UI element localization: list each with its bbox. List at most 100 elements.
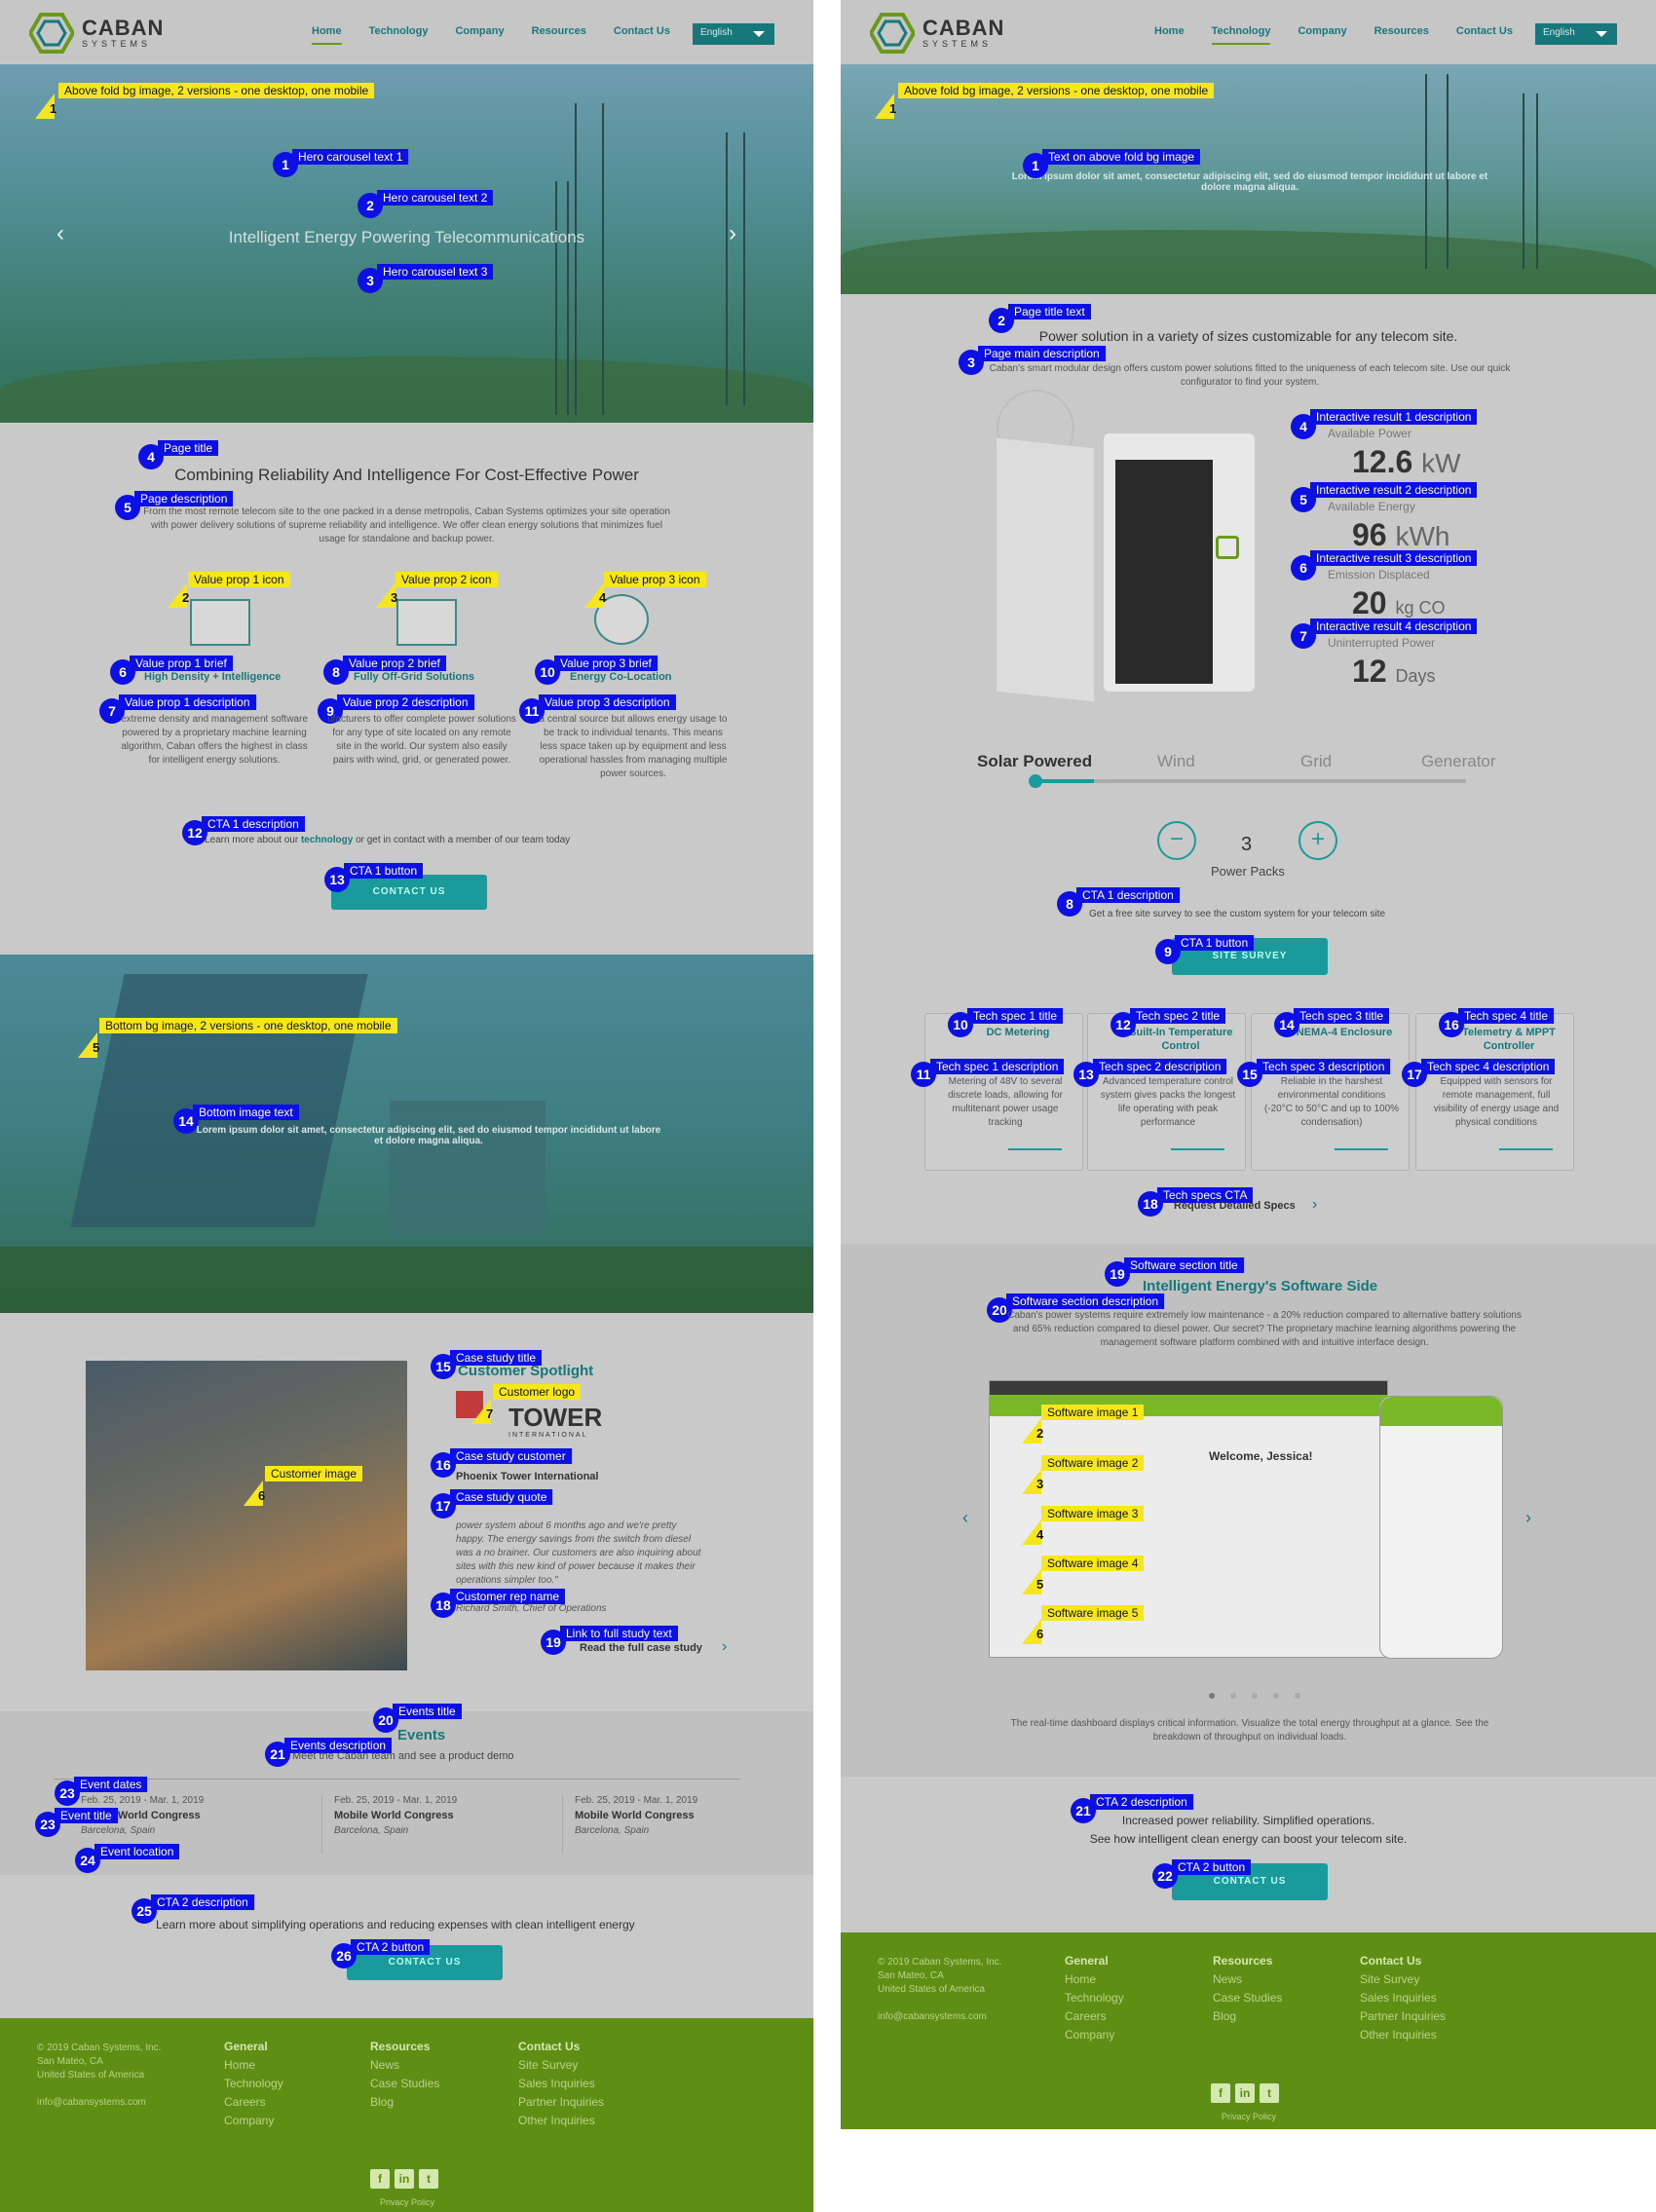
twitter-icon[interactable]: t [1260, 2083, 1279, 2103]
footer-email[interactable]: info@cabansystems.com [37, 2096, 161, 2110]
language-select[interactable]: English [1535, 23, 1617, 45]
high-density-icon [190, 599, 250, 646]
footer-link-case-studies[interactable]: Case Studies [1213, 1989, 1282, 2007]
nav-company[interactable]: Company [455, 25, 504, 45]
nav-contact[interactable]: Contact Us [1456, 25, 1513, 45]
annot-vp2-brief: Value prop 2 brief [343, 656, 446, 671]
chevron-right-icon[interactable]: › [722, 1638, 727, 1656]
nav-resources[interactable]: Resources [1374, 25, 1429, 45]
minus-icon[interactable]: − [1157, 821, 1196, 860]
footer-link-site-survey[interactable]: Site Survey [1360, 1970, 1446, 1989]
request-specs-link[interactable]: Request Detailed Specs [1174, 1200, 1296, 1212]
privacy-policy-link[interactable]: Privacy Policy [380, 2197, 434, 2207]
carousel-dot[interactable] [1295, 1693, 1300, 1699]
event-item[interactable]: Feb. 25, 2019 - Mar. 1, 2019 Mobile World… [562, 1795, 776, 1854]
footer-link-partner[interactable]: Partner Inquiries [1360, 2007, 1446, 2026]
tech-spec-card[interactable]: Built-In Temperature Control Advanced tem… [1087, 1013, 1246, 1171]
linkedin-icon[interactable]: in [395, 2169, 414, 2189]
cta1-contact-button[interactable]: CONTACT US [331, 875, 487, 910]
twitter-icon[interactable]: t [419, 2169, 438, 2189]
footer-city: San Mateo, CA [37, 2056, 103, 2067]
footer-link-blog[interactable]: Blog [1213, 2007, 1282, 2026]
annot-spec-desc: Tech spec 4 description [1421, 1059, 1556, 1074]
source-slider-handle[interactable] [1029, 774, 1042, 788]
footer-link-other[interactable]: Other Inquiries [518, 2112, 604, 2130]
technology-link[interactable]: technology [301, 835, 353, 845]
packs-count: 3 [1241, 834, 1253, 855]
arrow-right-icon[interactable] [1335, 1148, 1388, 1150]
carousel-dot[interactable] [1209, 1693, 1215, 1699]
arrow-right-icon[interactable] [1008, 1148, 1062, 1150]
footer-link-other[interactable]: Other Inquiries [1360, 2026, 1446, 2044]
footer-email[interactable]: info@cabansystems.com [878, 2010, 1001, 2024]
footer-link-news[interactable]: News [370, 2056, 439, 2075]
footer-link-sales[interactable]: Sales Inquiries [1360, 1989, 1446, 2007]
customer-logo-text: TOWER [508, 1403, 603, 1432]
carousel-prev-icon[interactable]: ‹ [962, 1508, 968, 1528]
carousel-dot[interactable] [1273, 1693, 1279, 1699]
annot-sw-image: Software image 3 [1041, 1506, 1145, 1521]
source-solar[interactable]: Solar Powered [977, 752, 1092, 771]
nav-contact[interactable]: Contact Us [614, 25, 670, 45]
arrow-right-icon[interactable] [1171, 1148, 1224, 1150]
footer-link-careers[interactable]: Careers [1065, 2007, 1124, 2026]
result-value: 12.6 kW [1352, 444, 1461, 479]
tech-spec-card[interactable]: DC Metering Metering of 48V to several di… [924, 1013, 1083, 1171]
footer-copyright: © 2019 Caban Systems, Inc. [878, 1957, 1002, 1968]
footer: © 2019 Caban Systems, Inc. San Mateo, CA U… [841, 1932, 1656, 2129]
footer-link-site-survey[interactable]: Site Survey [518, 2056, 604, 2075]
page-title: Power solution in a variety of sizes cus… [1038, 328, 1458, 344]
source-generator[interactable]: Generator [1421, 752, 1496, 771]
chevron-right-icon[interactable]: › [1312, 1196, 1317, 1214]
footer-company: © 2019 Caban Systems, Inc. San Mateo, CA U… [37, 2042, 161, 2110]
customer-logo-sub: INTERNATIONAL [508, 1432, 588, 1439]
footer-link-news[interactable]: News [1213, 1970, 1282, 1989]
arrow-right-icon[interactable] [1499, 1148, 1553, 1150]
facebook-icon[interactable]: f [1211, 2083, 1230, 2103]
source-wind[interactable]: Wind [1157, 752, 1195, 771]
footer-link-company[interactable]: Company [224, 2112, 283, 2130]
linkedin-icon[interactable]: in [1235, 2083, 1255, 2103]
footer-link-technology[interactable]: Technology [224, 2075, 283, 2093]
full-case-study-link[interactable]: Read the full case study [580, 1642, 702, 1654]
privacy-policy-link[interactable]: Privacy Policy [1222, 2112, 1276, 2121]
carousel-next-icon[interactable]: › [1525, 1508, 1531, 1528]
source-grid[interactable]: Grid [1300, 752, 1332, 771]
footer-link-partner[interactable]: Partner Inquiries [518, 2093, 604, 2112]
nav-technology[interactable]: Technology [1211, 25, 1271, 45]
packs-label: Power Packs [1211, 864, 1285, 879]
facebook-icon[interactable]: f [370, 2169, 390, 2189]
footer-contact-heading: Contact Us [518, 2040, 581, 2053]
source-slider-track[interactable] [1035, 779, 1466, 783]
language-select[interactable]: English [693, 23, 774, 45]
carousel-dot[interactable] [1252, 1693, 1258, 1699]
annot-case-quote: Case study quote [450, 1489, 553, 1505]
annot-sw-image: Software image 4 [1041, 1556, 1145, 1571]
nav-technology[interactable]: Technology [369, 25, 429, 45]
event-item[interactable]: Feb. 25, 2019 - Mar. 1, 2019 Mobile World… [321, 1795, 536, 1854]
logo[interactable]: CABAN SYSTEMS [27, 13, 164, 54]
top-nav: CABAN SYSTEMS Home Technology Company Res… [0, 0, 813, 64]
footer-link-careers[interactable]: Careers [224, 2093, 283, 2112]
carousel-dot[interactable] [1230, 1693, 1236, 1699]
annot-marker: 3 [1022, 1469, 1043, 1494]
nav-resources[interactable]: Resources [532, 25, 586, 45]
logo[interactable]: CABAN SYSTEMS [868, 13, 1004, 54]
carousel-dots[interactable] [1209, 1693, 1300, 1699]
footer-link-home[interactable]: Home [1065, 1970, 1124, 1989]
tech-spec-card[interactable]: Telemetry & MPPT Controller Equipped with… [1415, 1013, 1574, 1171]
nav-home[interactable]: Home [1154, 25, 1185, 45]
cta2-line1: Increased power reliability. Simplified … [1121, 1814, 1375, 1827]
footer-link-company[interactable]: Company [1065, 2026, 1124, 2044]
nav-company[interactable]: Company [1298, 25, 1346, 45]
annot-hero-text2: Hero carousel text 2 [377, 190, 494, 206]
nav-home[interactable]: Home [312, 25, 342, 45]
footer-link-home[interactable]: Home [224, 2056, 283, 2075]
footer-link-case-studies[interactable]: Case Studies [370, 2075, 439, 2093]
footer-link-technology[interactable]: Technology [1065, 1989, 1124, 2007]
footer-link-blog[interactable]: Blog [370, 2093, 439, 2112]
annot-result: Interactive result 1 description [1310, 409, 1478, 425]
tech-spec-card[interactable]: NEMA-4 Enclosure Reliable in the harshest… [1251, 1013, 1410, 1171]
footer-link-sales[interactable]: Sales Inquiries [518, 2075, 604, 2093]
plus-icon[interactable]: + [1298, 821, 1337, 860]
